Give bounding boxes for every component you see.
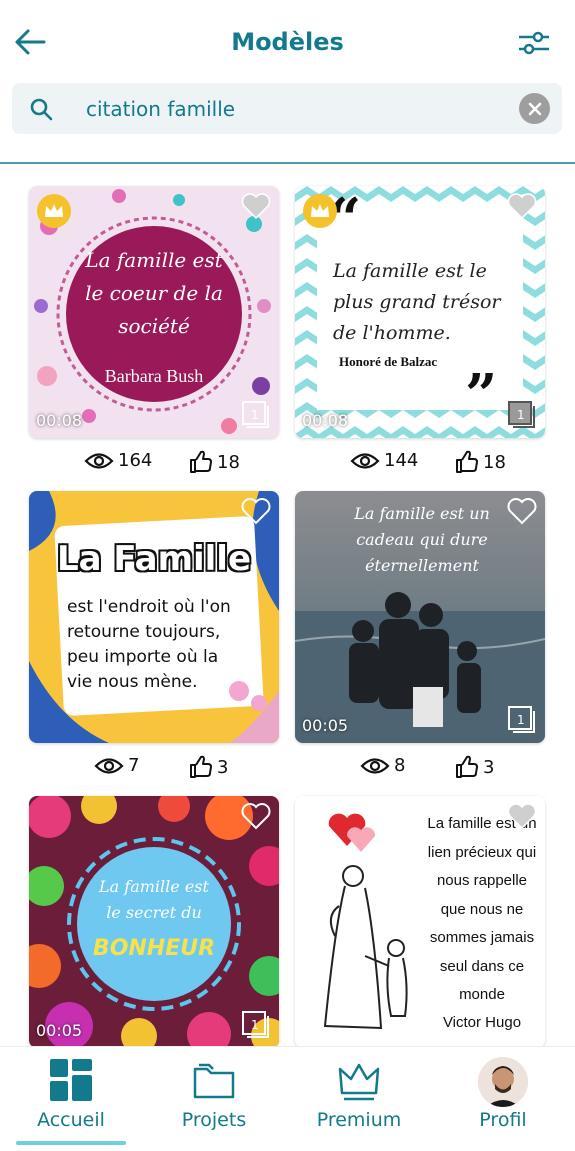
quote-highlight: BONHEUR xyxy=(92,936,216,961)
favorite-heart-icon[interactable] xyxy=(507,802,537,830)
likes-stat[interactable]: 3 xyxy=(189,755,228,779)
quote-text: est l'endroit où l'on retourne toujours,… xyxy=(67,597,231,692)
nav-label: Projets xyxy=(181,1109,247,1131)
svg-text:1: 1 xyxy=(251,1018,259,1032)
duration: 00:05 xyxy=(302,716,349,735)
nav-label: Premium xyxy=(316,1109,402,1131)
duration: 00:08 xyxy=(302,411,349,430)
eye-icon xyxy=(94,757,124,774)
top-app-bar: Modèles xyxy=(0,0,575,80)
card-stats: 8 3 xyxy=(295,755,545,783)
template-card[interactable]: La famille est le coeur de la société Ba… xyxy=(29,186,279,438)
nav-label: Profil xyxy=(479,1109,527,1131)
quote-text: La famille est le coeur de la société xyxy=(85,248,223,338)
card-stats: 7 3 xyxy=(29,755,279,783)
nav-item-accueil[interactable]: Accueil xyxy=(1,1047,141,1147)
crown-icon xyxy=(336,1057,382,1103)
pages-icon: 1 xyxy=(507,705,537,735)
thumbs-up-icon xyxy=(456,755,478,778)
quote-text: La famille est le secret du xyxy=(99,877,209,922)
eye-icon xyxy=(360,757,390,774)
avatar xyxy=(478,1057,528,1107)
eye-icon xyxy=(350,452,380,469)
svg-text:1: 1 xyxy=(251,408,259,422)
template-card[interactable]: La famille est un cadeau qui dure éterne… xyxy=(295,491,545,743)
search-icon xyxy=(29,97,53,121)
folder-icon xyxy=(191,1057,237,1103)
svg-text:1: 1 xyxy=(517,408,525,422)
home-grid-icon xyxy=(48,1057,94,1103)
views-count: 8 xyxy=(394,755,406,776)
likes-count: 3 xyxy=(217,756,229,778)
views-stat: 8 xyxy=(360,755,405,776)
likes-count: 18 xyxy=(217,451,240,473)
premium-crown-icon xyxy=(37,194,71,228)
pages-icon: 1 xyxy=(507,400,537,430)
card-title: La Famille xyxy=(56,539,252,579)
active-tab-indicator xyxy=(16,1141,126,1145)
template-card[interactable]: La famille est un lien précieux qui nous… xyxy=(295,796,545,1048)
filter-sliders-icon[interactable] xyxy=(517,26,551,60)
duration: 00:05 xyxy=(36,1021,83,1040)
nav-item-projets[interactable]: Projets xyxy=(144,1047,284,1147)
likes-count: 3 xyxy=(483,756,495,778)
card-stats: 164 18 xyxy=(29,450,279,478)
favorite-heart-icon[interactable] xyxy=(507,192,537,220)
nav-item-profil[interactable]: Profil xyxy=(433,1047,573,1147)
views-count: 144 xyxy=(384,450,419,471)
favorite-heart-icon[interactable] xyxy=(241,497,271,525)
duration: 00:08 xyxy=(36,411,83,430)
likes-stat[interactable]: 18 xyxy=(189,450,240,474)
favorite-heart-icon[interactable] xyxy=(241,802,271,830)
favorite-heart-icon[interactable] xyxy=(241,192,271,220)
premium-crown-icon xyxy=(303,194,337,228)
template-card[interactable]: La famille est le secret du BONHEUR 00:0… xyxy=(29,796,279,1048)
search-input[interactable]: citation famille xyxy=(86,97,235,121)
quote-text: La famille est un lien précieux qui nous… xyxy=(427,815,537,1003)
views-stat: 144 xyxy=(350,450,418,471)
svg-text:1: 1 xyxy=(517,713,525,727)
views-stat: 164 xyxy=(84,450,152,471)
divider xyxy=(0,162,575,164)
bottom-navigation: Accueil Projets Premium Profil xyxy=(0,1046,575,1151)
quote-author: Victor Hugo xyxy=(442,1014,522,1031)
eye-icon xyxy=(84,452,114,469)
template-card[interactable]: “ ” La famille est le plus grand trésor … xyxy=(295,186,545,438)
quote-author: Barbara Bush xyxy=(104,366,204,386)
quote-text: La famille est le plus grand trésor de l… xyxy=(333,260,501,344)
likes-stat[interactable]: 18 xyxy=(455,450,506,474)
clear-search-icon[interactable] xyxy=(519,93,550,124)
thumbs-up-icon xyxy=(190,755,212,778)
quote-text: La famille est un cadeau qui dure éterne… xyxy=(354,504,490,575)
thumbs-up-icon xyxy=(190,450,212,473)
views-count: 7 xyxy=(128,755,140,776)
views-count: 164 xyxy=(118,450,153,471)
card-stats: 144 18 xyxy=(295,450,545,478)
nav-label: Accueil xyxy=(37,1109,105,1131)
nav-item-premium[interactable]: Premium xyxy=(289,1047,429,1147)
svg-text:”: ” xyxy=(465,362,497,428)
page-title: Modèles xyxy=(231,28,344,56)
pages-icon: 1 xyxy=(241,400,271,430)
pages-icon: 1 xyxy=(241,1010,271,1040)
likes-stat[interactable]: 3 xyxy=(455,755,494,779)
thumbs-up-icon xyxy=(456,450,478,473)
template-card[interactable]: La Famille est l'endroit où l'on retourn… xyxy=(29,491,279,743)
views-stat: 7 xyxy=(94,755,139,776)
likes-count: 18 xyxy=(483,451,506,473)
search-bar[interactable]: citation famille xyxy=(12,83,562,134)
favorite-heart-icon[interactable] xyxy=(507,497,537,525)
quote-author: Honoré de Balzac xyxy=(339,354,438,369)
